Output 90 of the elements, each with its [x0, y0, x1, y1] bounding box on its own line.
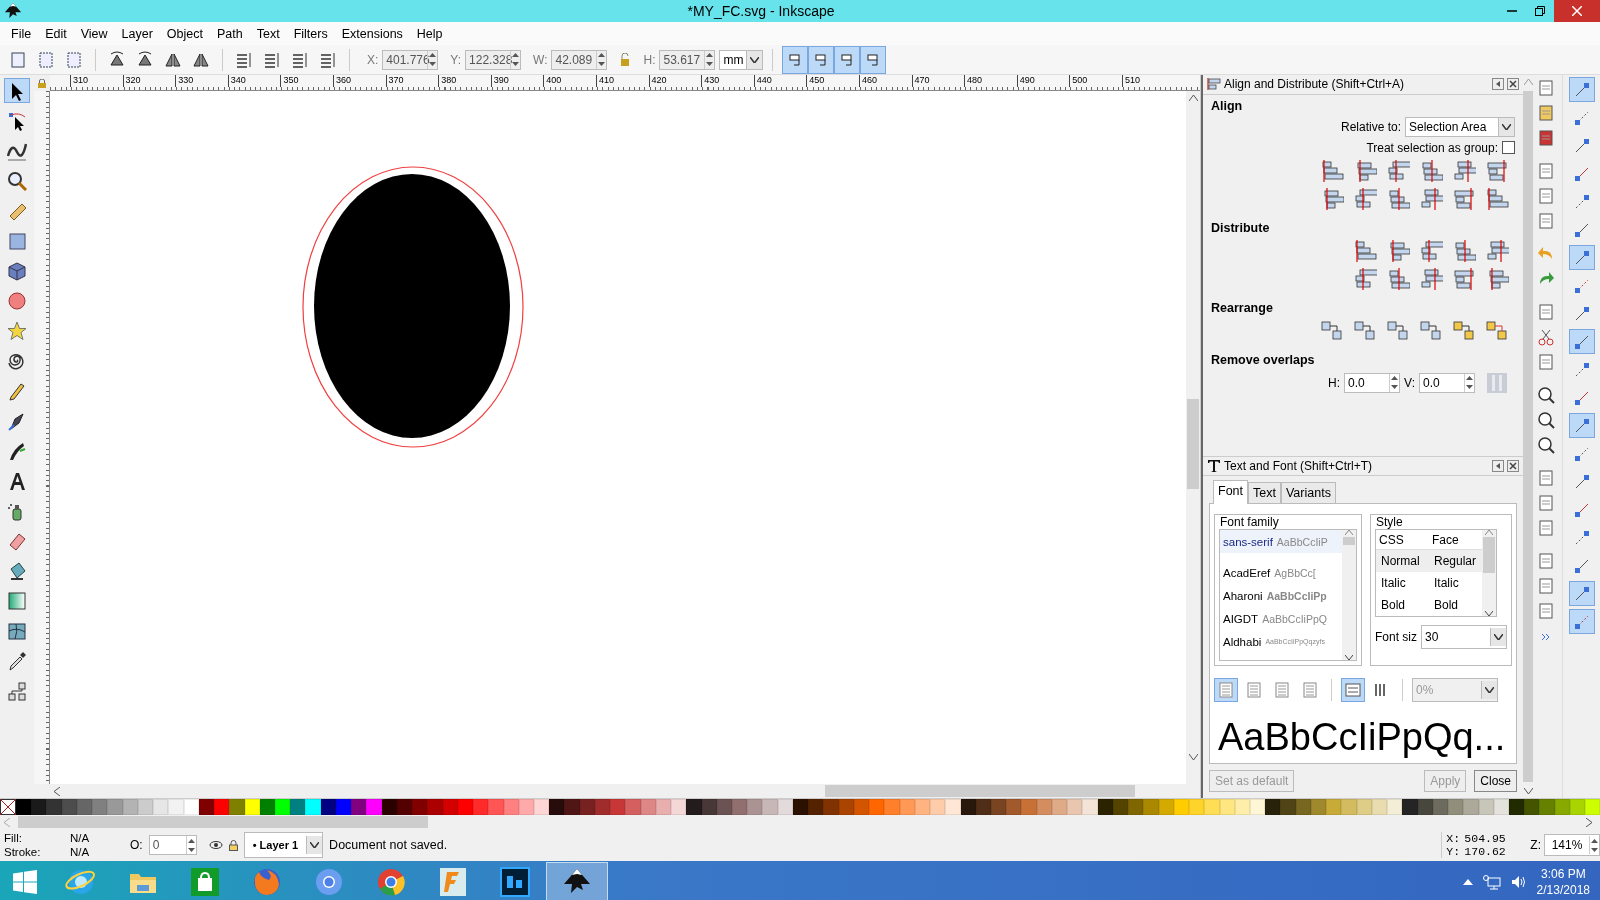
- tab[interactable]: Font: [1213, 480, 1248, 504]
- font-list-item[interactable]: AIGDT AaBbCcIiPpQ: [1220, 607, 1342, 630]
- menu-item[interactable]: Filters: [286, 26, 335, 41]
- fill-value: N/A: [70, 831, 91, 845]
- ruler-label: 390: [490, 75, 544, 87]
- style-cell[interactable]: Italic: [1376, 576, 1429, 590]
- font-preview: AaBbCcIiPpQq...: [1217, 716, 1507, 759]
- ruler-label: 450: [806, 75, 859, 87]
- number-field[interactable]: 53.617: [659, 49, 716, 70]
- style-cell[interactable]: Bold: [1376, 598, 1429, 612]
- menu-item[interactable]: View: [73, 26, 115, 41]
- field-label: Font siz: [1375, 630, 1417, 644]
- font-list-item[interactable]: AcadEref AgBbCc[: [1220, 561, 1342, 584]
- panel-title: Align and Distribute (Shift+Ctrl+A): [1224, 77, 1406, 92]
- style-cell[interactable]: Regular: [1429, 554, 1482, 568]
- stroke-value: N/A: [70, 845, 91, 859]
- relative-dropdown[interactable]: Selection Area: [1405, 116, 1515, 137]
- panel-title: Text and Font (Shift+Ctrl+T): [1224, 459, 1374, 473]
- ruler-label: 340: [227, 75, 281, 87]
- cursor-x-label: X:: [1446, 832, 1462, 845]
- menu-item[interactable]: Help: [409, 26, 450, 41]
- group-label: Style: [1375, 515, 1404, 529]
- ruler-label: 500: [1069, 75, 1122, 87]
- ruler-label: 320: [122, 75, 176, 87]
- group-label: Font family: [1219, 515, 1280, 529]
- dialog-button[interactable]: Close: [1474, 770, 1517, 792]
- ruler-label: 490: [1016, 75, 1070, 87]
- field-label: V:: [1404, 375, 1415, 390]
- field-label: H:: [643, 52, 656, 67]
- field-label: W:: [533, 52, 548, 67]
- layer-dropdown[interactable]: • Layer 1: [243, 832, 324, 858]
- section-heading: Align: [1211, 98, 1244, 113]
- font-list-item[interactable]: Aharoni AaBbCcIiPp: [1220, 584, 1342, 607]
- clock-date[interactable]: 2/13/2018: [1536, 882, 1590, 898]
- zoom-field[interactable]: 141%: [1544, 834, 1600, 856]
- opacity-field[interactable]: 0: [148, 835, 197, 855]
- ruler-label: 410: [595, 75, 649, 87]
- ruler-label: 460: [858, 75, 912, 87]
- checkbox-label: Treat selection as group:: [1366, 140, 1498, 155]
- number-field[interactable]: 42.089: [551, 49, 608, 70]
- style-cell[interactable]: Italic: [1429, 576, 1482, 590]
- ruler-label: 310: [70, 75, 123, 87]
- fill-label: Fill:: [4, 831, 23, 845]
- cursor-x-value: 504.95: [1464, 832, 1507, 845]
- menu-item[interactable]: Path: [210, 26, 250, 41]
- font-list-item[interactable]: sans-serif AaBbCcIiP: [1220, 530, 1342, 553]
- window-title: *MY_FC.svg - Inkscape: [686, 3, 836, 19]
- ruler-label: 470: [911, 75, 965, 87]
- ruler-label: 420: [648, 75, 702, 87]
- number-field[interactable]: 401.776: [382, 49, 439, 70]
- field-label: Z:: [1530, 838, 1541, 852]
- ruler-label: 330: [175, 75, 228, 87]
- tab[interactable]: Variants: [1280, 482, 1336, 503]
- number-field[interactable]: 0.0: [1419, 372, 1475, 393]
- menu-item[interactable]: File: [4, 26, 39, 41]
- field-label: O:: [130, 838, 143, 852]
- cursor-y-label: Y:: [1446, 845, 1462, 858]
- font-size-dropdown[interactable]: 30: [1421, 625, 1507, 649]
- menu-item[interactable]: Layer: [114, 26, 160, 41]
- menu-item[interactable]: Object: [159, 26, 210, 41]
- field-label: Y:: [450, 52, 462, 67]
- ruler-label: 350: [280, 75, 333, 87]
- column-header[interactable]: CSS: [1376, 532, 1429, 547]
- ruler-label: 400: [543, 75, 596, 87]
- cursor-y-value: 170.62: [1464, 845, 1507, 858]
- tab[interactable]: Text: [1248, 482, 1281, 503]
- ruler-label: 510: [1121, 75, 1175, 87]
- ruler-label: 480: [964, 75, 1017, 87]
- number-field[interactable]: 0.0: [1344, 372, 1401, 393]
- column-header[interactable]: Face: [1429, 532, 1482, 547]
- menu-item[interactable]: Edit: [38, 26, 74, 41]
- field-label: X:: [367, 52, 379, 67]
- ruler-label: 430: [701, 75, 754, 87]
- section-heading: Distribute: [1211, 220, 1271, 235]
- field-label: H:: [1328, 375, 1341, 390]
- unit-dropdown[interactable]: mm: [719, 49, 764, 70]
- status-message: Document not saved.: [329, 838, 448, 852]
- ruler-label: 370: [385, 75, 439, 87]
- section-heading: Rearrange: [1211, 300, 1274, 315]
- menu-item[interactable]: Text: [249, 26, 287, 41]
- ruler-label: 360: [332, 75, 386, 87]
- section-heading: Remove overlaps: [1211, 352, 1316, 367]
- style-cell[interactable]: Bold: [1429, 598, 1482, 612]
- menu-item[interactable]: Extensions: [334, 26, 410, 41]
- ruler-label: 380: [438, 75, 491, 87]
- stroke-label: Stroke:: [4, 845, 42, 859]
- ruler-label: 440: [753, 75, 807, 87]
- clock-time[interactable]: 3:06 PM: [1536, 866, 1590, 882]
- style-cell[interactable]: Normal: [1376, 554, 1429, 568]
- field-label: Relative to:: [1341, 119, 1401, 134]
